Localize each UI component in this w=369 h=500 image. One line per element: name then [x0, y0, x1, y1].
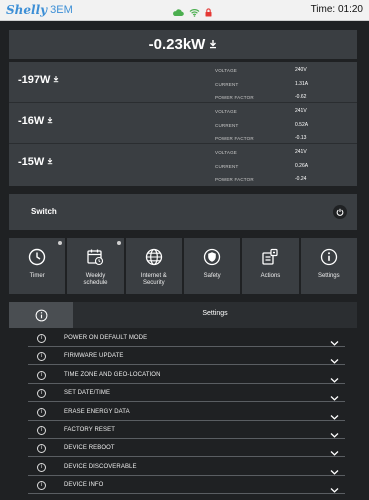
current-label: CURRENT: [215, 123, 239, 128]
phase-c: -15W VOLTAGE 241V CURRENT 0.26A POWER FA…: [9, 144, 357, 185]
current-value: 1.31A: [295, 81, 309, 87]
info-icon: i: [37, 352, 46, 362]
settings-row-label: POWER ON DEFAULT MODE: [64, 335, 148, 341]
brand-name: Shelly: [6, 3, 48, 17]
tile-label: Timer: [29, 273, 45, 279]
feature-tiles: Timer Weekly schedule Internet & Securit…: [9, 238, 357, 294]
tile-label: Internet & Security: [140, 273, 167, 286]
settings-row-label: ERASE ENERGY DATA: [64, 408, 130, 415]
info-icon: [35, 309, 47, 321]
switch-card: Switch: [9, 194, 357, 230]
current-label: CURRENT: [215, 164, 239, 169]
phase-power: -197W: [18, 74, 51, 86]
lock-icon: [205, 4, 212, 22]
export-arrow-icon: [47, 115, 53, 127]
settings-row-label: DEVICE INFO: [64, 482, 104, 489]
info-icon: i: [37, 389, 46, 399]
cloud-icon: [172, 4, 184, 22]
current-value: 0.52A: [295, 122, 309, 128]
actions-icon: [261, 248, 279, 266]
tile-safety[interactable]: Safety: [183, 238, 241, 294]
wifi-icon: [189, 4, 200, 22]
phase-power: -16W: [18, 115, 45, 127]
export-arrow-icon: [53, 74, 59, 86]
settings-title: Settings: [202, 310, 228, 317]
voltage-label: VOLTAGE: [215, 150, 237, 155]
settings-row-label: SET DATE/TIME: [64, 390, 111, 397]
voltage-label: VOLTAGE: [215, 109, 237, 114]
chevron-down-icon: [330, 481, 339, 499]
shelly-logo: Shelly 3EM: [6, 3, 73, 17]
indicator-dot: [58, 241, 63, 245]
power-factor-value: -0.62: [295, 94, 307, 100]
clock-icon: [28, 248, 46, 266]
phase-a: -197W VOLTAGE 240V CURRENT 1.31A POWER F…: [9, 62, 357, 103]
tile-actions[interactable]: Actions: [242, 238, 299, 294]
settings-row-label: FACTORY RESET: [64, 426, 115, 433]
phase-b: -16W VOLTAGE 241V CURRENT 0.52A POWER FA…: [9, 103, 357, 144]
tile-timer[interactable]: Timer: [9, 238, 66, 294]
phase-power: -15W: [18, 156, 45, 168]
tile-label: Weekly schedule: [83, 273, 108, 286]
power-factor-label: POWER FACTOR: [215, 95, 254, 100]
settings-row[interactable]: i SET DATE/TIME: [28, 386, 345, 403]
export-arrow-icon: [209, 36, 217, 53]
current-label: CURRENT: [215, 82, 239, 87]
settings-row[interactable]: i DEVICE DISCOVERABLE: [28, 460, 345, 476]
power-factor-value: -0.13: [295, 135, 307, 141]
settings-list: i POWER ON DEFAULT MODE i FIRMWARE UPDATE …: [28, 331, 345, 497]
voltage-value: 241V: [295, 108, 307, 114]
switch-label: Switch: [31, 207, 57, 216]
indicator-dot: [116, 241, 121, 245]
settings-info-tab[interactable]: [9, 302, 73, 328]
shield-icon: [203, 248, 221, 266]
tile-internet-security[interactable]: Internet & Security: [125, 238, 182, 294]
info-icon: i: [37, 425, 46, 435]
settings-row[interactable]: i FACTORY RESET: [28, 423, 345, 439]
info-icon: i: [37, 407, 46, 417]
settings-header: Settings: [9, 302, 357, 328]
settings-row-label: FIRMWARE UPDATE: [64, 353, 124, 360]
top-bar: Shelly 3EM Time: 01:20: [0, 0, 369, 21]
device-model: 3EM: [50, 4, 73, 16]
device-time: Time: 01:20: [310, 4, 363, 15]
tile-weekly-schedule[interactable]: Weekly schedule: [67, 238, 124, 294]
settings-row[interactable]: i DEVICE REBOOT: [28, 441, 345, 458]
voltage-value: 241V: [295, 149, 307, 155]
total-power-value: -0.23kW: [148, 36, 206, 53]
settings-row-label: DEVICE DISCOVERABLE: [64, 463, 137, 470]
export-arrow-icon: [47, 156, 53, 168]
info-icon: i: [37, 462, 46, 472]
settings-row[interactable]: i FIRMWARE UPDATE: [28, 349, 345, 366]
phases-card: -197W VOLTAGE 240V CURRENT 1.31A POWER F…: [9, 62, 357, 186]
settings-row-label: DEVICE REBOOT: [64, 445, 115, 452]
settings-row-label: TIME ZONE AND GEO-LOCATION: [64, 371, 161, 378]
tile-label: Settings: [317, 273, 340, 279]
power-factor-label: POWER FACTOR: [215, 177, 254, 182]
tile-label: Actions: [260, 273, 281, 279]
power-toggle-button[interactable]: [333, 205, 347, 219]
info-icon: i: [37, 444, 46, 454]
info-icon: i: [37, 481, 46, 491]
settings-row[interactable]: i DEVICE INFO: [28, 478, 345, 495]
settings-row[interactable]: i TIME ZONE AND GEO-LOCATION: [28, 368, 345, 384]
tile-settings[interactable]: Settings: [300, 238, 357, 294]
voltage-label: VOLTAGE: [215, 68, 237, 73]
settings-row[interactable]: i POWER ON DEFAULT MODE: [28, 331, 345, 347]
settings-row[interactable]: i ERASE ENERGY DATA: [28, 405, 345, 421]
tile-label: Safety: [203, 273, 221, 279]
total-power-card: -0.23kW: [9, 30, 357, 59]
power-icon: [336, 208, 344, 216]
info-icon: i: [37, 370, 46, 380]
info-icon: i: [37, 334, 46, 343]
power-factor-label: POWER FACTOR: [215, 136, 254, 141]
calendar-icon: [86, 248, 104, 266]
power-factor-value: -0.24: [295, 176, 307, 182]
status-icons: [172, 4, 212, 22]
info-icon: [320, 248, 338, 266]
voltage-value: 240V: [295, 67, 307, 73]
current-value: 0.26A: [295, 163, 309, 169]
globe-icon: [145, 248, 163, 266]
